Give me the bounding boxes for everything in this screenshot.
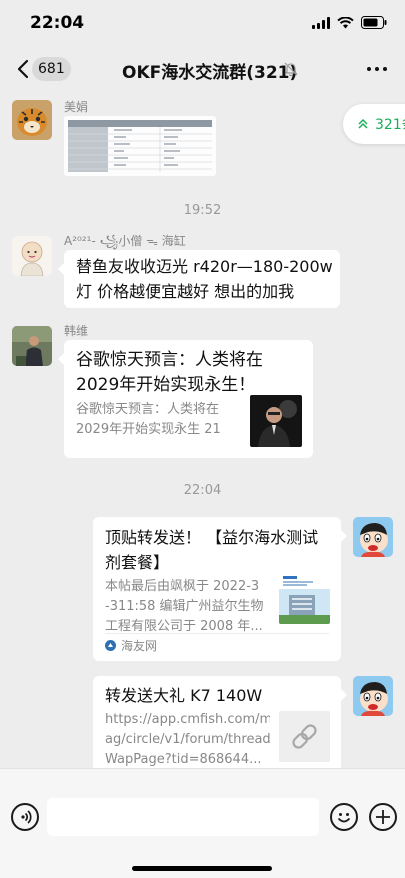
avatar-hanwei[interactable] (12, 326, 52, 366)
plus-icon (376, 810, 390, 824)
link-card-self[interactable]: 转发送大礼 K7 140W https://app.cmfish.com/m a… (93, 676, 347, 768)
wifi-icon (337, 16, 354, 28)
cellular-signal-icon (312, 16, 330, 29)
status-bar: 22:04 (0, 0, 405, 46)
dot-icon (367, 67, 371, 71)
sender-name: 美娟 (64, 100, 89, 114)
article-thumbnail (279, 573, 330, 624)
message-text-line: 替鱼友收收迈光 r420r—180-200w (76, 257, 333, 276)
article-thumbnail (250, 395, 302, 447)
article-title-line: 剂套餐】 (105, 553, 170, 572)
status-icons (312, 16, 387, 29)
link-url-line: WapPage?tid=868644... (105, 752, 262, 767)
avatar-a2021[interactable] (12, 236, 52, 276)
cartoon-boy-avatar-icon (353, 676, 393, 716)
article-title-line: 谷歌惊天预言：人类将在 (76, 350, 263, 370)
voice-icon (21, 810, 32, 824)
dot-icon (375, 67, 379, 71)
avatar-meijuan[interactable] (12, 100, 52, 140)
source-logo-icon (105, 640, 116, 651)
status-time: 22:04 (30, 13, 85, 33)
battery-icon (361, 16, 387, 29)
time-divider: 19:52 (183, 203, 222, 218)
emoji-icon (337, 813, 351, 823)
dot-icon (383, 67, 387, 71)
home-indicator (132, 866, 272, 871)
chat-title: OKF海水交流群(321) (122, 63, 298, 83)
unread-pill-label: 321条 (375, 117, 405, 133)
article-desc-line: 工程有限公司于 2008 年... (105, 619, 263, 634)
monk-avatar-icon (12, 236, 52, 276)
text-message-bubble[interactable]: 替鱼友收收迈光 r420r—180-200w 灯 价格越便宜越好 想出的加我 (58, 250, 340, 308)
more-options-button[interactable] (367, 67, 387, 71)
link-url-line: https://app.cmfish.com/m (105, 712, 270, 727)
unread-messages-pill[interactable]: 321条 (343, 104, 405, 144)
article-desc-line: 本帖最后由飒枫于 2022-3 (105, 579, 260, 594)
voice-input-button[interactable] (11, 803, 39, 831)
tiger-avatar-icon (12, 100, 52, 140)
article-card[interactable]: 谷歌惊天预言：人类将在 2029年开始实现永生！ 谷歌惊天预言：人类将在 202… (58, 340, 313, 458)
time-divider: 22:04 (183, 483, 222, 498)
link-title: 转发送大礼 K7 140W (105, 686, 263, 705)
avatar-self[interactable] (353, 517, 393, 557)
message-list[interactable]: 321条 美娟 (0, 92, 405, 768)
article-desc-line: 谷歌惊天预言：人类将在 (76, 402, 220, 417)
link-url-line: ag/circle/v1/forum/thread (105, 732, 270, 747)
mute-bell-icon (284, 62, 298, 77)
shared-image-table[interactable] (64, 116, 216, 176)
avatar-self[interactable] (353, 676, 393, 716)
article-desc-line: -311:58 编辑广州益尔生物 (105, 599, 264, 614)
link-placeholder (279, 711, 330, 762)
message-input[interactable] (47, 798, 319, 836)
article-title-line: 顶贴转发送！ 【益尔海水测试 (105, 528, 319, 547)
article-card-self[interactable]: 顶贴转发送！ 【益尔海水测试 剂套餐】 本帖最后由飒枫于 2022-3 -311… (93, 517, 347, 661)
input-bar (0, 768, 405, 878)
person-avatar-icon (12, 326, 52, 366)
add-more-button[interactable] (369, 803, 397, 831)
sender-name: 韩维 (64, 324, 89, 338)
emoji-button[interactable] (330, 803, 358, 831)
message-text-line: 灯 价格越便宜越好 想出的加我 (76, 282, 295, 301)
article-source: 海友网 (105, 637, 157, 654)
article-desc-line: 2029年开始实现永生 21 (76, 422, 221, 437)
card-divider (105, 633, 329, 634)
chat-header: 681 OKF海水交流群(321) (0, 46, 405, 92)
source-name: 海友网 (121, 639, 158, 653)
double-chevron-up-icon (358, 118, 368, 129)
unread-count-badge[interactable]: 681 (32, 57, 71, 81)
back-chevron-icon[interactable] (14, 59, 34, 79)
link-icon (292, 724, 317, 749)
cartoon-boy-avatar-icon (353, 517, 393, 557)
